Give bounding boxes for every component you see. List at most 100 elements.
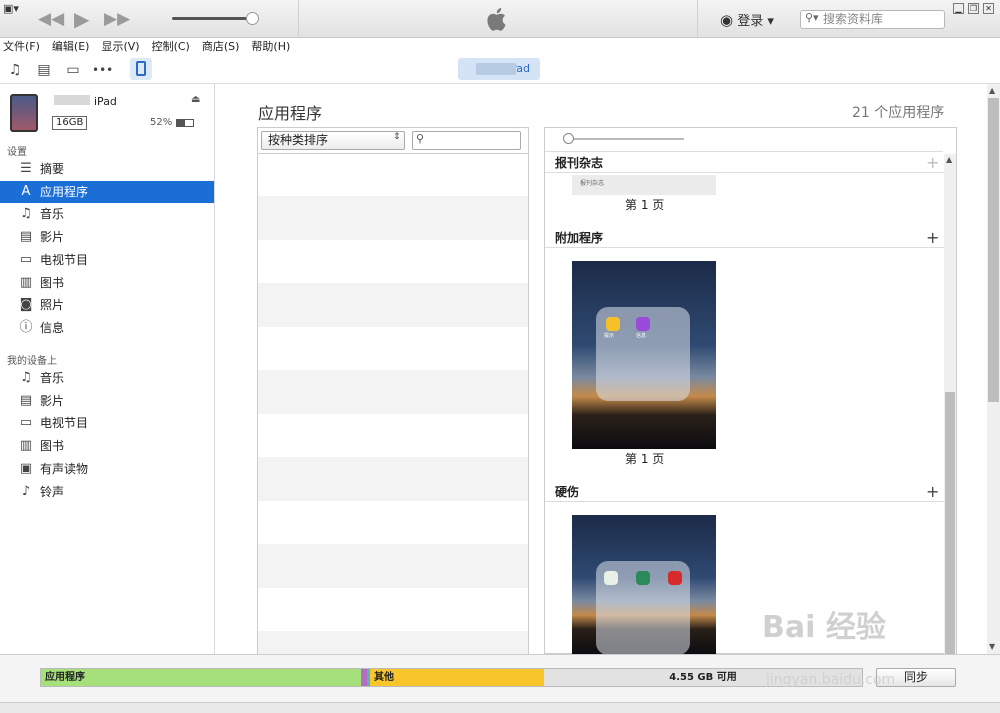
ondevice-item-bell[interactable]: ♪ 铃声	[0, 481, 214, 503]
ondevice-item-tv[interactable]: ▭ 电视节目	[0, 412, 214, 434]
sidebar-item-label: 电视节目	[40, 416, 89, 431]
ondevice-item-audiobook[interactable]: ▣ 有声读物	[0, 458, 214, 480]
sidebar-item-camera[interactable]: ◙ 照片	[0, 294, 214, 316]
sidebar-item-book[interactable]: ▥ 图书	[0, 272, 214, 294]
tips-app-icon[interactable]	[606, 317, 620, 331]
list-row	[258, 631, 528, 654]
sidebar-item-film[interactable]: ▤ 影片	[0, 226, 214, 248]
sidebar-item-tv[interactable]: ▭ 电视节目	[0, 249, 214, 271]
scroll-down-icon[interactable]: ▼	[989, 642, 995, 651]
tv-icon: ▭	[19, 415, 33, 431]
eject-icon[interactable]: ⏏	[191, 94, 200, 105]
play-icon[interactable]: ▶	[74, 0, 89, 38]
zoom-knob[interactable]	[563, 133, 574, 144]
app-icon[interactable]	[636, 571, 650, 585]
device-name-blur	[54, 95, 90, 105]
sidebar-item-info[interactable]: ⓘ 信息	[0, 317, 214, 339]
film-icon: ▤	[19, 392, 33, 408]
device-pill[interactable]: iPad	[458, 58, 540, 80]
list-divider	[258, 153, 528, 154]
sidebar-item-summary[interactable]: ☰ 摘要	[0, 158, 214, 180]
settings-section-label: 设置	[7, 147, 27, 158]
tv-icon[interactable]: ▭	[63, 60, 83, 80]
section-header-extras: 附加程序	[545, 228, 945, 248]
info-app-icon[interactable]	[636, 317, 650, 331]
music-icon: ♫	[20, 206, 32, 222]
volume-knob[interactable]	[246, 12, 259, 25]
add-page-icon[interactable]: +	[926, 228, 939, 248]
app-search-input[interactable]	[412, 131, 521, 150]
sidebar-item-music[interactable]: ♫ 音乐	[0, 203, 214, 225]
apps-icon: A	[21, 183, 31, 199]
section-header-custom: 硬伤	[545, 482, 945, 502]
panel-scroll-thumb[interactable]	[945, 392, 955, 654]
section-header-newsstand: 报刊杂志	[545, 153, 945, 173]
list-row	[258, 457, 528, 501]
ipad-icon	[136, 61, 146, 76]
sidebar-item-label: 音乐	[40, 371, 65, 385]
app-folder[interactable]: 提示 信息	[596, 307, 690, 401]
ondevice-item-music[interactable]: ♫ 音乐	[0, 367, 214, 389]
scroll-up-icon[interactable]: ▲	[946, 155, 952, 164]
rewind-icon[interactable]: ◀◀	[38, 0, 64, 38]
list-row	[258, 283, 528, 327]
device-name: iPad	[94, 95, 117, 108]
watermark: Bai 经验	[762, 610, 886, 645]
window-scroll-thumb[interactable]	[988, 98, 999, 402]
sidebar-item-label: 照片	[40, 298, 65, 313]
menu-bar: 文件(F) 编辑(E) 显示(V) 控制(C) 商店(S) 帮助(H)	[0, 38, 1000, 56]
volume-slider[interactable]	[172, 17, 256, 20]
add-page-icon[interactable]: +	[926, 482, 939, 502]
add-page-icon[interactable]: +	[926, 153, 939, 173]
menu-help[interactable]: 帮助(H)	[251, 38, 290, 56]
film-icon[interactable]: ▤	[34, 60, 54, 80]
device-button[interactable]	[130, 58, 152, 80]
bell-icon: ♪	[21, 483, 31, 499]
close-button[interactable]: ✕	[983, 3, 994, 14]
sort-select[interactable]: 按种类排序	[261, 131, 405, 150]
home-screen-page[interactable]	[572, 515, 716, 655]
restore-button[interactable]: ❐	[968, 3, 979, 14]
capacity-bar: 应用程序 其他 4.55 GB 可用	[40, 668, 863, 687]
sidebar-item-label: 有声读物	[40, 461, 89, 476]
login-button[interactable]: ◉ 登录 ▾	[720, 10, 774, 29]
menu-file[interactable]: 文件(F)	[3, 38, 40, 56]
menu-toggle-icon[interactable]: ▣▾	[3, 2, 19, 15]
user-icon: ◉	[720, 11, 734, 29]
page-label: 第 1 页	[625, 452, 665, 466]
more-icon[interactable]: •••	[92, 60, 113, 80]
book-icon: ▥	[19, 438, 33, 454]
sidebar-item-label: 铃声	[40, 484, 65, 499]
list-row	[258, 196, 528, 240]
search-icon: ⚲▾	[805, 11, 819, 24]
sidebar-item-apps[interactable]: A 应用程序	[0, 180, 214, 203]
film-icon: ▤	[19, 229, 33, 245]
forward-icon[interactable]: ▶▶	[104, 0, 130, 38]
zoom-slider[interactable]	[566, 138, 684, 140]
music-icon[interactable]: ♫	[5, 60, 25, 80]
sort-arrows-icon: ⇕	[393, 132, 401, 142]
summary-icon: ☰	[20, 161, 32, 176]
app-folder[interactable]	[596, 561, 690, 655]
watermark-url: jingyan.baidu.com	[766, 672, 896, 688]
apple-logo-icon	[487, 8, 506, 31]
app-icon[interactable]	[604, 571, 618, 585]
newsstand-thumbnail[interactable]: 报刊杂志	[572, 175, 716, 195]
app-count: 21 个应用程序	[852, 105, 945, 121]
app-icon[interactable]	[668, 571, 682, 585]
home-screen-page[interactable]: 提示 信息	[572, 261, 716, 449]
audiobook-icon: ▣	[19, 460, 33, 476]
minimize-button[interactable]: ▁	[953, 3, 964, 14]
menu-edit[interactable]: 编辑(E)	[52, 38, 90, 56]
list-row	[258, 544, 528, 588]
menu-control[interactable]: 控制(C)	[152, 38, 190, 56]
menu-view[interactable]: 显示(V)	[101, 38, 139, 56]
ondevice-item-film[interactable]: ▤ 影片	[0, 390, 214, 412]
menu-store[interactable]: 商店(S)	[202, 38, 240, 56]
sidebar-item-label: 图书	[40, 439, 65, 454]
ondevice-item-book[interactable]: ▥ 图书	[0, 435, 214, 457]
search-input[interactable]: 搜索资料库	[800, 10, 945, 29]
capacity-other-segment: 其他	[370, 669, 544, 686]
scroll-up-icon[interactable]: ▲	[989, 86, 995, 95]
search-icon: ⚲	[416, 132, 425, 145]
